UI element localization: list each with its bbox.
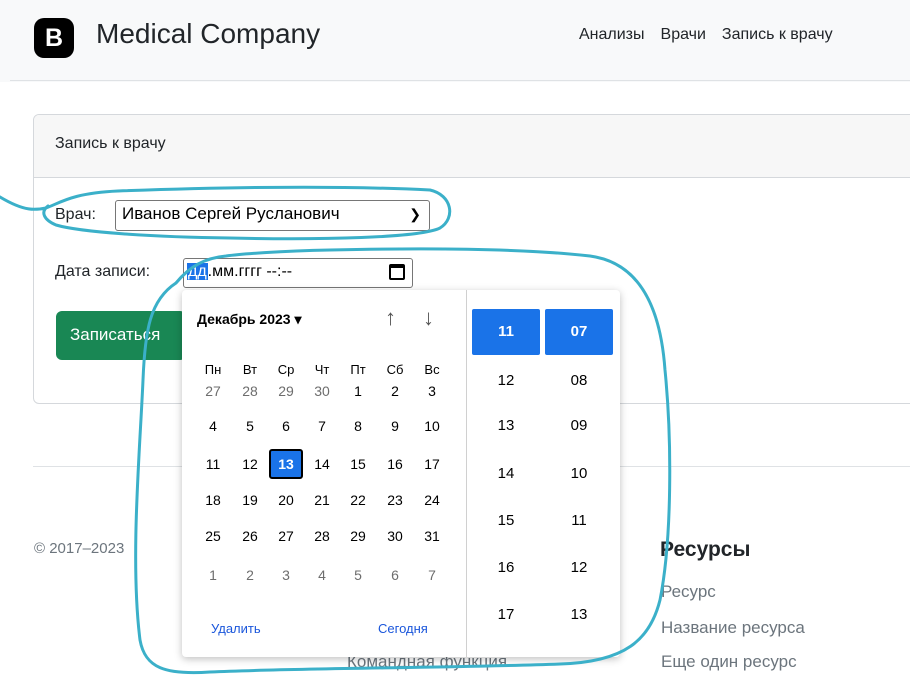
nav-link-analyses[interactable]: Анализы bbox=[579, 26, 645, 43]
calendar-day[interactable]: 29 bbox=[269, 376, 303, 406]
today-button[interactable]: Сегодня bbox=[378, 621, 428, 636]
resources-title: Ресурсы bbox=[660, 538, 751, 561]
next-month-arrow-icon[interactable]: ↓ bbox=[423, 305, 434, 331]
navbar: B Medical Company Анализы Врачи Запись к в… bbox=[0, 0, 910, 82]
hour-option[interactable]: 12 bbox=[472, 358, 540, 404]
calendar-day[interactable]: 6 bbox=[269, 411, 303, 441]
calendar-day[interactable]: 8 bbox=[341, 411, 375, 441]
calendar-day[interactable]: 24 bbox=[415, 485, 449, 515]
calendar-day[interactable]: 3 bbox=[415, 376, 449, 406]
weekday-header: Сб bbox=[386, 362, 404, 377]
doctor-select[interactable]: Иванов Сергей Русланович ❯ bbox=[115, 200, 430, 231]
calendar-day[interactable]: 30 bbox=[378, 521, 412, 551]
nav-link-doctors[interactable]: Врачи bbox=[661, 26, 706, 43]
calendar-day[interactable]: 4 bbox=[196, 411, 230, 441]
calendar-day[interactable]: 28 bbox=[305, 521, 339, 551]
calendar-day[interactable]: 12 bbox=[233, 449, 267, 479]
calendar-day[interactable]: 16 bbox=[378, 449, 412, 479]
resource-link[interactable]: Ресурс bbox=[661, 582, 716, 602]
page: B Medical Company Анализы Врачи Запись к в… bbox=[0, 0, 910, 675]
calendar-day[interactable]: 23 bbox=[378, 485, 412, 515]
calendar-day[interactable]: 19 bbox=[233, 485, 267, 515]
month-year-selector[interactable]: Декабрь 2023 ▾ bbox=[197, 311, 301, 328]
minute-option[interactable]: 10 bbox=[545, 451, 613, 497]
datetime-picker: Декабрь 2023 ▾ ↑ ↓ Пн Вт Ср Чт Пт Сб Вс 27 28 29… bbox=[182, 290, 620, 657]
calendar-day[interactable]: 20 bbox=[269, 485, 303, 515]
nav-link-appointment[interactable]: Запись к врачу bbox=[722, 26, 833, 43]
selected-hour[interactable]: 11 bbox=[472, 309, 540, 355]
date-label: Дата записи: bbox=[55, 263, 151, 280]
minute-option[interactable]: 08 bbox=[545, 358, 613, 404]
calendar-day[interactable]: 9 bbox=[378, 411, 412, 441]
calendar-icon[interactable] bbox=[389, 264, 405, 280]
calendar-day[interactable]: 6 bbox=[378, 560, 412, 590]
calendar-day[interactable]: 2 bbox=[233, 560, 267, 590]
weekday-header: Вс bbox=[424, 362, 440, 377]
weekday-header: Пн bbox=[204, 362, 222, 377]
minute-option[interactable]: 12 bbox=[545, 545, 613, 591]
nav-links: Анализы Врачи Запись к врачу bbox=[579, 26, 849, 44]
calendar-day[interactable]: 10 bbox=[415, 411, 449, 441]
calendar-day[interactable]: 31 bbox=[415, 521, 449, 551]
calendar-day[interactable]: 1 bbox=[341, 376, 375, 406]
calendar-day[interactable]: 1 bbox=[196, 560, 230, 590]
resource-link[interactable]: Еще один ресурс bbox=[661, 652, 797, 672]
previous-month-arrow-icon[interactable]: ↑ bbox=[385, 305, 396, 331]
resource-link[interactable]: Название ресурса bbox=[661, 618, 805, 638]
calendar-day[interactable]: 21 bbox=[305, 485, 339, 515]
doctor-label: Врач: bbox=[55, 206, 96, 223]
brand-name[interactable]: Medical Company bbox=[96, 18, 320, 50]
hour-option[interactable]: 17 bbox=[472, 592, 540, 638]
calendar-day[interactable]: 4 bbox=[305, 560, 339, 590]
minute-option[interactable]: 09 bbox=[545, 403, 613, 449]
calendar-day[interactable]: 25 bbox=[196, 521, 230, 551]
hour-option[interactable]: 15 bbox=[472, 498, 540, 544]
picker-divider bbox=[466, 290, 467, 657]
calendar-day[interactable]: 3 bbox=[269, 560, 303, 590]
hour-option[interactable]: 13 bbox=[472, 403, 540, 449]
chevron-down-icon: ❯ bbox=[409, 206, 421, 222]
card-header: Запись к врачу bbox=[34, 115, 910, 178]
selected-minute[interactable]: 07 bbox=[545, 309, 613, 355]
calendar-day[interactable]: 2 bbox=[378, 376, 412, 406]
minute-option[interactable]: 11 bbox=[545, 498, 613, 544]
clear-button[interactable]: Удалить bbox=[211, 621, 261, 636]
hour-option[interactable]: 16 bbox=[472, 545, 540, 591]
submit-button[interactable]: Записаться bbox=[56, 311, 186, 360]
bootstrap-logo-icon[interactable]: B bbox=[34, 18, 74, 58]
calendar-day[interactable]: 7 bbox=[415, 560, 449, 590]
calendar-day[interactable]: 30 bbox=[305, 376, 339, 406]
weekday-header: Пт bbox=[350, 362, 366, 377]
date-day-segment[interactable]: дд bbox=[187, 263, 208, 280]
hour-option[interactable]: 14 bbox=[472, 451, 540, 497]
doctor-select-value: Иванов Сергей Русланович bbox=[122, 204, 340, 223]
minute-option[interactable]: 13 bbox=[545, 592, 613, 638]
calendar-day[interactable]: 11 bbox=[196, 449, 230, 479]
calendar-day[interactable]: 18 bbox=[196, 485, 230, 515]
weekday-header: Вт bbox=[242, 362, 258, 377]
calendar-day[interactable]: 7 bbox=[305, 411, 339, 441]
calendar-day[interactable]: 22 bbox=[341, 485, 375, 515]
weekday-header: Ср bbox=[277, 362, 295, 377]
weekday-header: Чт bbox=[314, 362, 330, 377]
calendar-day[interactable]: 15 bbox=[341, 449, 375, 479]
date-rest-segment[interactable]: .мм.гггг --:-- bbox=[208, 263, 292, 280]
calendar-day[interactable]: 28 bbox=[233, 376, 267, 406]
navbar-divider bbox=[10, 80, 910, 81]
calendar-day[interactable]: 27 bbox=[269, 521, 303, 551]
calendar-day[interactable]: 26 bbox=[233, 521, 267, 551]
calendar-day[interactable]: 17 bbox=[415, 449, 449, 479]
calendar-day[interactable]: 5 bbox=[341, 560, 375, 590]
calendar-day[interactable]: 5 bbox=[233, 411, 267, 441]
calendar-day[interactable]: 27 bbox=[196, 376, 230, 406]
calendar-day[interactable]: 14 bbox=[305, 449, 339, 479]
date-input[interactable]: дд.мм.гггг --:-- bbox=[183, 258, 413, 288]
calendar-day[interactable]: 29 bbox=[341, 521, 375, 551]
selected-day[interactable]: 13 bbox=[269, 449, 303, 479]
copyright: © 2017–2023 bbox=[34, 540, 125, 557]
